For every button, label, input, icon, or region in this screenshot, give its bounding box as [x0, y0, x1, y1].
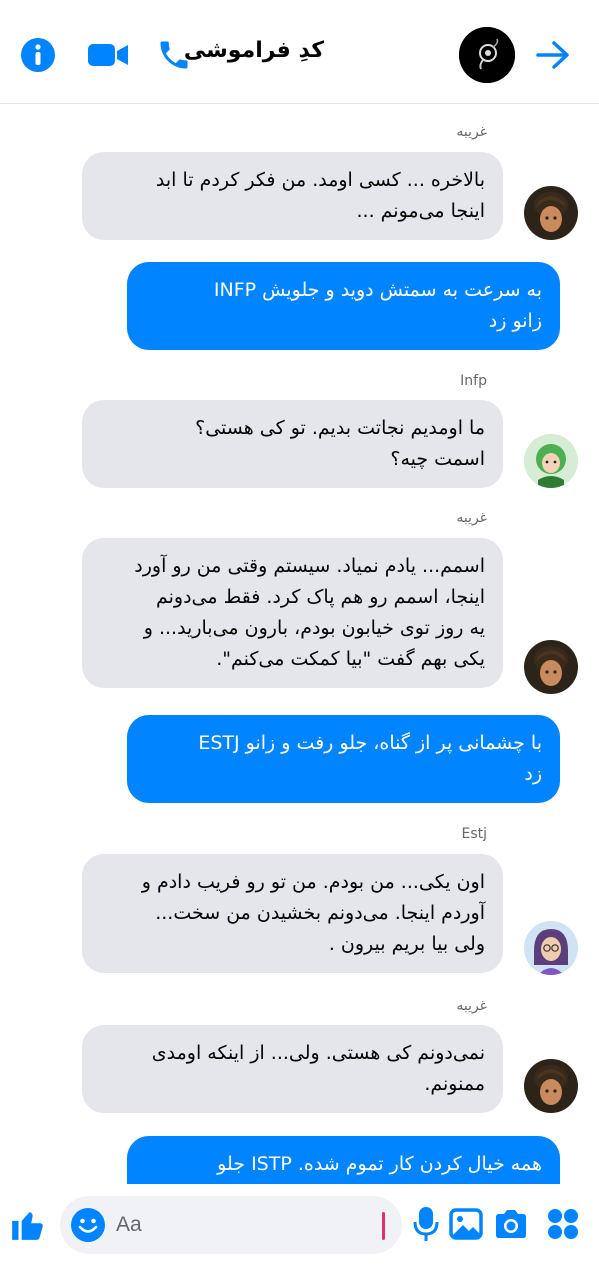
chat-header: کدِ فراموشی [0, 0, 599, 104]
message-thread[interactable]: غریبه بالاخره ... کسی اومد. من فکر کردم … [0, 104, 599, 1184]
incoming-message-bubble[interactable]: اسمم... یادم نمیاد. سیستم وقتی من رو آور… [82, 538, 503, 688]
boy-avatar-image [524, 1059, 578, 1113]
camera-button[interactable] [491, 1204, 531, 1244]
microphone-icon [413, 1207, 439, 1241]
gallery-button[interactable] [446, 1204, 486, 1244]
sender-name: غریبه [456, 124, 487, 140]
arrow-right-icon [536, 41, 569, 69]
sender-avatar[interactable] [524, 921, 578, 975]
emoji-icon [71, 1208, 105, 1242]
video-camera-icon [88, 44, 128, 66]
image-icon [449, 1208, 483, 1240]
boy-avatar-image [524, 186, 578, 240]
conversation-avatar[interactable] [459, 27, 515, 83]
sender-name: غریبه [456, 510, 487, 526]
glasses-character-avatar-image [524, 921, 578, 975]
sender-avatar[interactable] [524, 434, 578, 488]
more-apps-button[interactable] [543, 1204, 583, 1244]
camera-icon [496, 1210, 526, 1238]
message-composer [0, 1184, 599, 1268]
like-icon [12, 1212, 43, 1240]
group-avatar-image [459, 27, 515, 83]
apps-icon [548, 1209, 578, 1239]
outgoing-message-bubble[interactable]: به سرعت به سمتش دوید و جلویش INFP زانو ز… [127, 262, 560, 350]
emoji-button[interactable] [68, 1205, 108, 1245]
outgoing-message-bubble[interactable]: همه خیال کردن کار تموم شده. ISTP جلو [127, 1136, 560, 1184]
message-input-container[interactable] [60, 1196, 402, 1254]
incoming-message-bubble[interactable]: نمی‌دونم کی هستی. ولی... از اینکه اومدی … [82, 1025, 503, 1113]
sender-name: غریبه [456, 998, 487, 1014]
conversation-title[interactable]: کدِ فراموشی [184, 38, 324, 63]
sender-avatar[interactable] [524, 1059, 578, 1113]
sender-avatar[interactable] [524, 640, 578, 694]
outgoing-message-bubble[interactable]: با چشمانی پر از گناه، جلو رفت و زانو EST… [127, 715, 560, 803]
info-icon [21, 38, 55, 72]
incoming-message-bubble[interactable]: ما اومدیم نجاتت بدیم. تو کی هستی؟ اسمت چ… [82, 400, 503, 488]
incoming-message-bubble[interactable]: اون یکی... من بودم. من تو رو فریب دادم و… [82, 854, 503, 973]
video-call-button[interactable] [87, 34, 129, 76]
sender-name: Estj [461, 826, 487, 842]
boy-avatar-image [524, 640, 578, 694]
info-button[interactable] [17, 34, 59, 76]
message-input[interactable] [116, 1196, 376, 1254]
text-cursor [382, 1212, 385, 1240]
sender-avatar[interactable] [524, 186, 578, 240]
back-button[interactable] [532, 34, 574, 76]
sender-name: Infp [460, 373, 487, 389]
incoming-message-bubble[interactable]: بالاخره ... کسی اومد. من فکر کردم تا ابد… [82, 152, 503, 240]
like-button[interactable] [8, 1204, 48, 1244]
green-character-avatar-image [524, 434, 578, 488]
voice-message-button[interactable] [406, 1204, 446, 1244]
